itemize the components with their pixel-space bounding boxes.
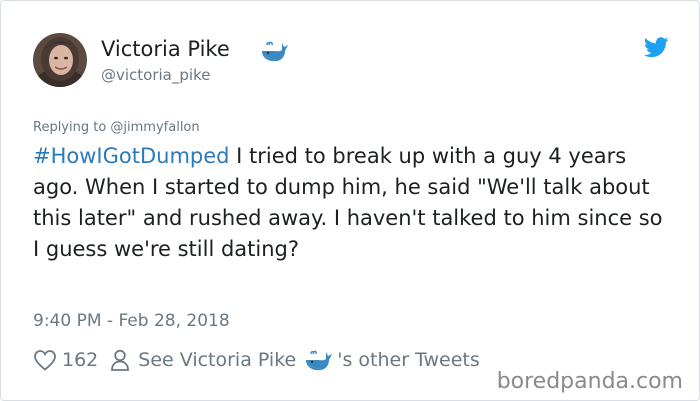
tweet-text: #HowIGotDumped I tried to break up with …	[33, 141, 663, 265]
tweet-card: Victoria Pike @victoria_pike Replying to…	[0, 0, 700, 401]
avatar[interactable]	[33, 33, 87, 87]
person-icon	[111, 349, 130, 371]
whale-icon	[262, 41, 288, 62]
tweet-actions: 162 See Victoria Pike 's other Tweets	[33, 343, 480, 377]
twitter-bird-icon[interactable]	[644, 37, 669, 58]
heart-icon[interactable]	[33, 349, 57, 371]
hashtag-link[interactable]: #HowIGotDumped	[33, 144, 229, 168]
whale-icon	[306, 350, 333, 371]
author-handle[interactable]: @victoria_pike	[101, 66, 210, 84]
see-other-tweets-suffix[interactable]: 's other Tweets	[337, 349, 480, 371]
author-display-name[interactable]: Victoria Pike	[101, 37, 230, 61]
see-other-tweets-link[interactable]: See Victoria Pike	[138, 349, 296, 371]
watermark: boredpanda.com	[496, 369, 683, 394]
reply-context[interactable]: Replying to @jimmyfallon	[33, 120, 200, 135]
tweet-timestamp[interactable]: 9:40 PM - Feb 28, 2018	[33, 311, 230, 331]
like-count[interactable]: 162	[62, 349, 98, 371]
